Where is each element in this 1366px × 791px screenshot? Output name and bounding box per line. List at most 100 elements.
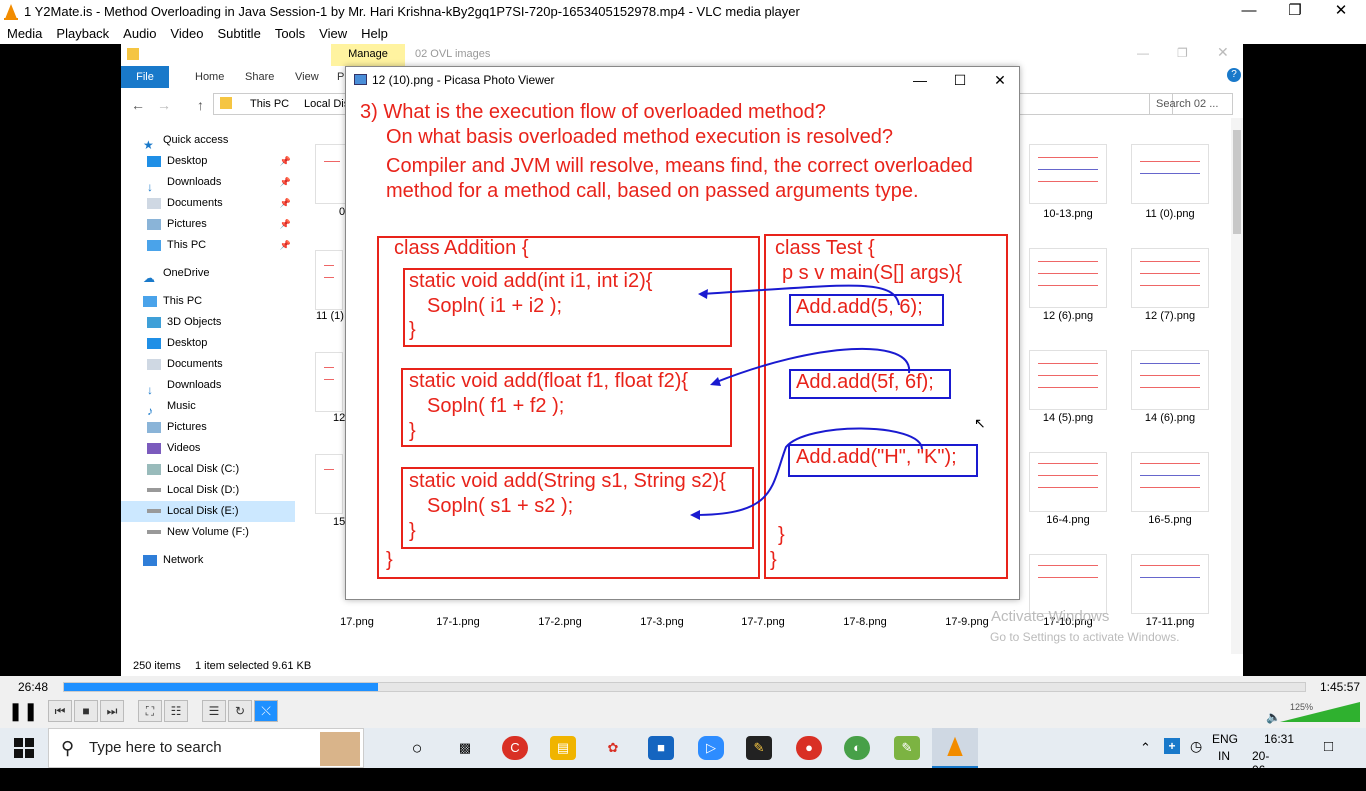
shuffle-button[interactable]: ⤬ bbox=[254, 700, 278, 722]
file-thumbnail[interactable] bbox=[1029, 350, 1107, 410]
menu-video[interactable]: Video bbox=[163, 24, 210, 43]
back-arrow-icon[interactable]: ← bbox=[131, 97, 145, 113]
file-thumbnail[interactable] bbox=[315, 144, 349, 204]
vlc-controls: 26:48 1:45:57 ❚❚ ⏮ ■ ⏭ ⛶ ☷ ☰ ↻ ⤬ 🔈 125% bbox=[0, 676, 1366, 728]
tab-view[interactable]: View bbox=[283, 66, 331, 88]
file-thumbnail[interactable] bbox=[1131, 554, 1209, 614]
clock-time[interactable]: 16:31 bbox=[1264, 732, 1294, 746]
sticky-notes-icon[interactable]: ✎ bbox=[746, 736, 772, 760]
nav-pictures[interactable]: Pictures 📌 bbox=[121, 214, 295, 235]
help-icon[interactable]: ? bbox=[1227, 68, 1241, 82]
tab-file[interactable]: File bbox=[121, 66, 169, 88]
manage-tab[interactable]: Manage bbox=[331, 44, 405, 66]
nav-videos[interactable]: Videos bbox=[121, 438, 295, 459]
plus-icon[interactable]: + bbox=[1164, 738, 1180, 754]
file-thumbnail[interactable] bbox=[315, 250, 343, 310]
minimize-button[interactable]: — bbox=[1226, 0, 1272, 24]
nav-quick-access[interactable]: ★ Quick access bbox=[121, 130, 295, 152]
file-thumbnail[interactable] bbox=[1131, 248, 1209, 308]
chevron-up-icon[interactable]: ⌃ bbox=[1140, 740, 1151, 756]
zoom-icon[interactable]: ▷ bbox=[698, 736, 724, 760]
menu-media[interactable]: Media bbox=[0, 24, 49, 43]
screen-recorder-icon[interactable]: ● bbox=[796, 736, 822, 760]
language-eng[interactable]: ENG bbox=[1212, 732, 1238, 746]
seek-bar[interactable] bbox=[63, 682, 1306, 692]
breadcrumb-local-disk[interactable]: Local Dis bbox=[304, 98, 349, 110]
documents-icon bbox=[147, 197, 161, 209]
previous-button[interactable]: ⏮ bbox=[48, 700, 72, 722]
file-thumbnail[interactable] bbox=[315, 454, 343, 514]
breadcrumb-this-pc[interactable]: This PC bbox=[250, 98, 289, 110]
paint-icon[interactable]: ✿ bbox=[600, 736, 626, 760]
forward-arrow-icon[interactable]: → bbox=[157, 97, 171, 113]
file-thumbnail[interactable] bbox=[1029, 144, 1107, 204]
nav-desktop[interactable]: Desktop 📌 bbox=[121, 151, 295, 172]
playlist-button[interactable]: ☰ bbox=[202, 700, 226, 722]
file-thumbnail[interactable] bbox=[315, 352, 343, 412]
restore-button[interactable]: ❐ bbox=[1272, 0, 1318, 24]
nav-documents[interactable]: Documents 📌 bbox=[121, 193, 295, 214]
nav-local-disk-e[interactable]: Local Disk (E:) bbox=[121, 501, 295, 522]
menu-view[interactable]: View bbox=[312, 24, 354, 43]
file-label: 11 (1) bbox=[316, 310, 344, 322]
nav-downloads[interactable]: ↓ Downloads 📌 bbox=[121, 172, 295, 194]
nav-local-disk-d[interactable]: Local Disk (D:) bbox=[121, 480, 295, 501]
taskbar-search-input[interactable]: ⚲ Type here to search bbox=[48, 728, 364, 768]
menu-help[interactable]: Help bbox=[354, 24, 395, 43]
chrome-icon[interactable]: C bbox=[502, 736, 528, 760]
file-thumbnail[interactable] bbox=[1131, 452, 1209, 512]
nav-this-pc[interactable]: This PC bbox=[121, 291, 295, 312]
nav-new-volume-f[interactable]: New Volume (F:) bbox=[121, 522, 295, 543]
nav-music[interactable]: ♪ Music bbox=[121, 396, 295, 418]
menu-audio[interactable]: Audio bbox=[116, 24, 163, 43]
file-thumbnail[interactable] bbox=[1029, 452, 1107, 512]
nav-desktop-pc[interactable]: Desktop bbox=[121, 333, 295, 354]
speaker-icon[interactable]: 🔈 bbox=[1266, 710, 1281, 724]
fullscreen-button[interactable]: ⛶ bbox=[138, 700, 162, 722]
nav-network[interactable]: Network bbox=[121, 550, 295, 571]
nav-this-pc-quick[interactable]: This PC 📌 bbox=[121, 235, 295, 256]
scrollbar[interactable] bbox=[1231, 118, 1243, 654]
loop-button[interactable]: ↻ bbox=[228, 700, 252, 722]
extended-settings-button[interactable]: ☷ bbox=[164, 700, 188, 722]
close-button[interactable]: ✕ bbox=[1318, 0, 1364, 24]
menu-playback[interactable]: Playback bbox=[49, 24, 116, 43]
explorer-restore-button[interactable]: ❐ bbox=[1177, 46, 1188, 60]
explorer-minimize-button[interactable]: — bbox=[1137, 46, 1149, 60]
nav-onedrive[interactable]: ☁ OneDrive bbox=[121, 263, 295, 285]
next-button[interactable]: ⏭ bbox=[100, 700, 124, 722]
file-explorer-icon[interactable]: ▤ bbox=[550, 736, 576, 760]
stop-button[interactable]: ■ bbox=[74, 700, 98, 722]
file-thumbnail[interactable] bbox=[1131, 144, 1209, 204]
eclipse-icon[interactable]: ◐ bbox=[844, 736, 870, 760]
menu-subtitle[interactable]: Subtitle bbox=[210, 24, 267, 43]
store-icon[interactable]: ■ bbox=[648, 736, 674, 760]
file-thumbnail[interactable] bbox=[1029, 248, 1107, 308]
menu-tools[interactable]: Tools bbox=[268, 24, 312, 43]
file-thumbnail[interactable] bbox=[1029, 554, 1107, 614]
pause-button[interactable]: ❚❚ bbox=[8, 700, 38, 724]
vlc-taskbar-button[interactable] bbox=[932, 728, 978, 768]
folder-icon bbox=[220, 97, 232, 109]
search-input[interactable]: Search 02 ... bbox=[1149, 93, 1233, 115]
scrollbar-thumb[interactable] bbox=[1233, 130, 1241, 234]
nav-local-disk-c[interactable]: Local Disk (C:) bbox=[121, 459, 295, 480]
cortana-icon[interactable]: ○ bbox=[404, 736, 430, 760]
notification-icon[interactable]: □ bbox=[1324, 738, 1333, 755]
wifi-icon[interactable]: ◷ bbox=[1190, 738, 1202, 755]
explorer-close-button[interactable]: ✕ bbox=[1217, 44, 1229, 61]
task-view-icon[interactable]: ▩ bbox=[452, 736, 478, 760]
file-thumbnail[interactable] bbox=[1131, 350, 1209, 410]
tab-home[interactable]: Home bbox=[183, 66, 236, 88]
tab-share[interactable]: Share bbox=[233, 66, 286, 88]
nav-downloads-pc[interactable]: ↓ Downloads bbox=[121, 375, 295, 397]
nav-documents-pc[interactable]: Documents bbox=[121, 354, 295, 375]
nav-3d-objects[interactable]: 3D Objects bbox=[121, 312, 295, 333]
windows-start-icon[interactable] bbox=[14, 738, 34, 758]
nav-pictures-pc[interactable]: Pictures bbox=[121, 417, 295, 438]
total-time: 1:45:57 bbox=[1320, 680, 1361, 694]
seek-progress bbox=[64, 683, 378, 691]
notepad-icon[interactable]: ✎ bbox=[894, 736, 920, 760]
file-label: 15 bbox=[333, 516, 346, 528]
up-arrow-icon[interactable]: ↑ bbox=[197, 97, 204, 113]
